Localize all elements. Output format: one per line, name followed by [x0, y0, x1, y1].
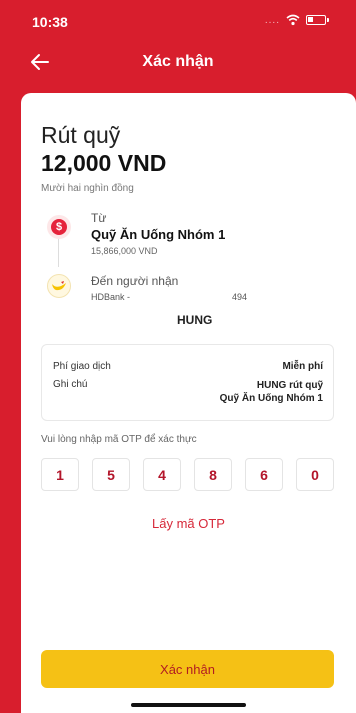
page-title: Xác nhận [142, 53, 214, 70]
battery-icon [306, 15, 329, 25]
note-label: Ghi chú [53, 379, 88, 390]
otp-digit-input[interactable]: 5 [92, 458, 130, 491]
note-line-1: HUNG rút quỹ [256, 380, 323, 391]
home-indicator [131, 703, 246, 707]
otp-digit-input[interactable]: 6 [245, 458, 283, 491]
otp-digit-input[interactable]: 0 [296, 458, 334, 491]
source-balance: 15,866,000 VND [91, 246, 158, 256]
status-bar: 10:38 .... [0, 0, 356, 40]
content-sheet: Rút quỹ 12,000 VND Mười hai nghìn đồng $… [21, 93, 356, 713]
wifi-icon [286, 14, 300, 26]
otp-digit-input[interactable]: 1 [41, 458, 79, 491]
amount-in-words: Mười hai nghìn đồng [41, 183, 134, 194]
status-icons: .... [264, 14, 329, 26]
otp-instruction: Vui lòng nhập mã OTP để xác thực [41, 434, 197, 445]
destination-account-tail: 494 [232, 292, 248, 302]
otp-input-row: 1 5 4 8 6 0 [41, 458, 334, 491]
signal-icon: .... [264, 14, 280, 26]
destination-bank: HDBank - [91, 292, 131, 302]
dollar-coin-icon: $ [47, 215, 71, 239]
recipient-name: HUNG [177, 313, 213, 327]
withdraw-title: Rút quỹ [41, 122, 121, 148]
status-time: 10:38 [32, 14, 68, 30]
get-otp-link[interactable]: Lấy mã OTP [21, 516, 356, 531]
confirm-button[interactable]: Xác nhận [41, 650, 334, 688]
withdraw-amount: 12,000 VND [41, 150, 167, 176]
otp-digit-input[interactable]: 8 [194, 458, 232, 491]
nav-bar: Xác nhận [0, 40, 356, 84]
transaction-details-card: Phí giao dịch Miễn phí Ghi chú HUNG rút … [41, 344, 334, 421]
note-value: HUNG rút quỹ Quỹ Ăn Uống Nhóm 1 [220, 379, 323, 405]
source-fund-name: Quỹ Ăn Uống Nhóm 1 [91, 227, 226, 242]
hdbank-logo-icon [47, 274, 71, 298]
source-label: Từ [91, 211, 107, 225]
fee-label: Phí giao dịch [53, 361, 111, 372]
otp-digit-input[interactable]: 4 [143, 458, 181, 491]
note-line-2: Quỹ Ăn Uống Nhóm 1 [219, 393, 323, 404]
destination-label: Đến người nhận [91, 274, 179, 288]
fee-value: Miễn phí [282, 361, 323, 372]
